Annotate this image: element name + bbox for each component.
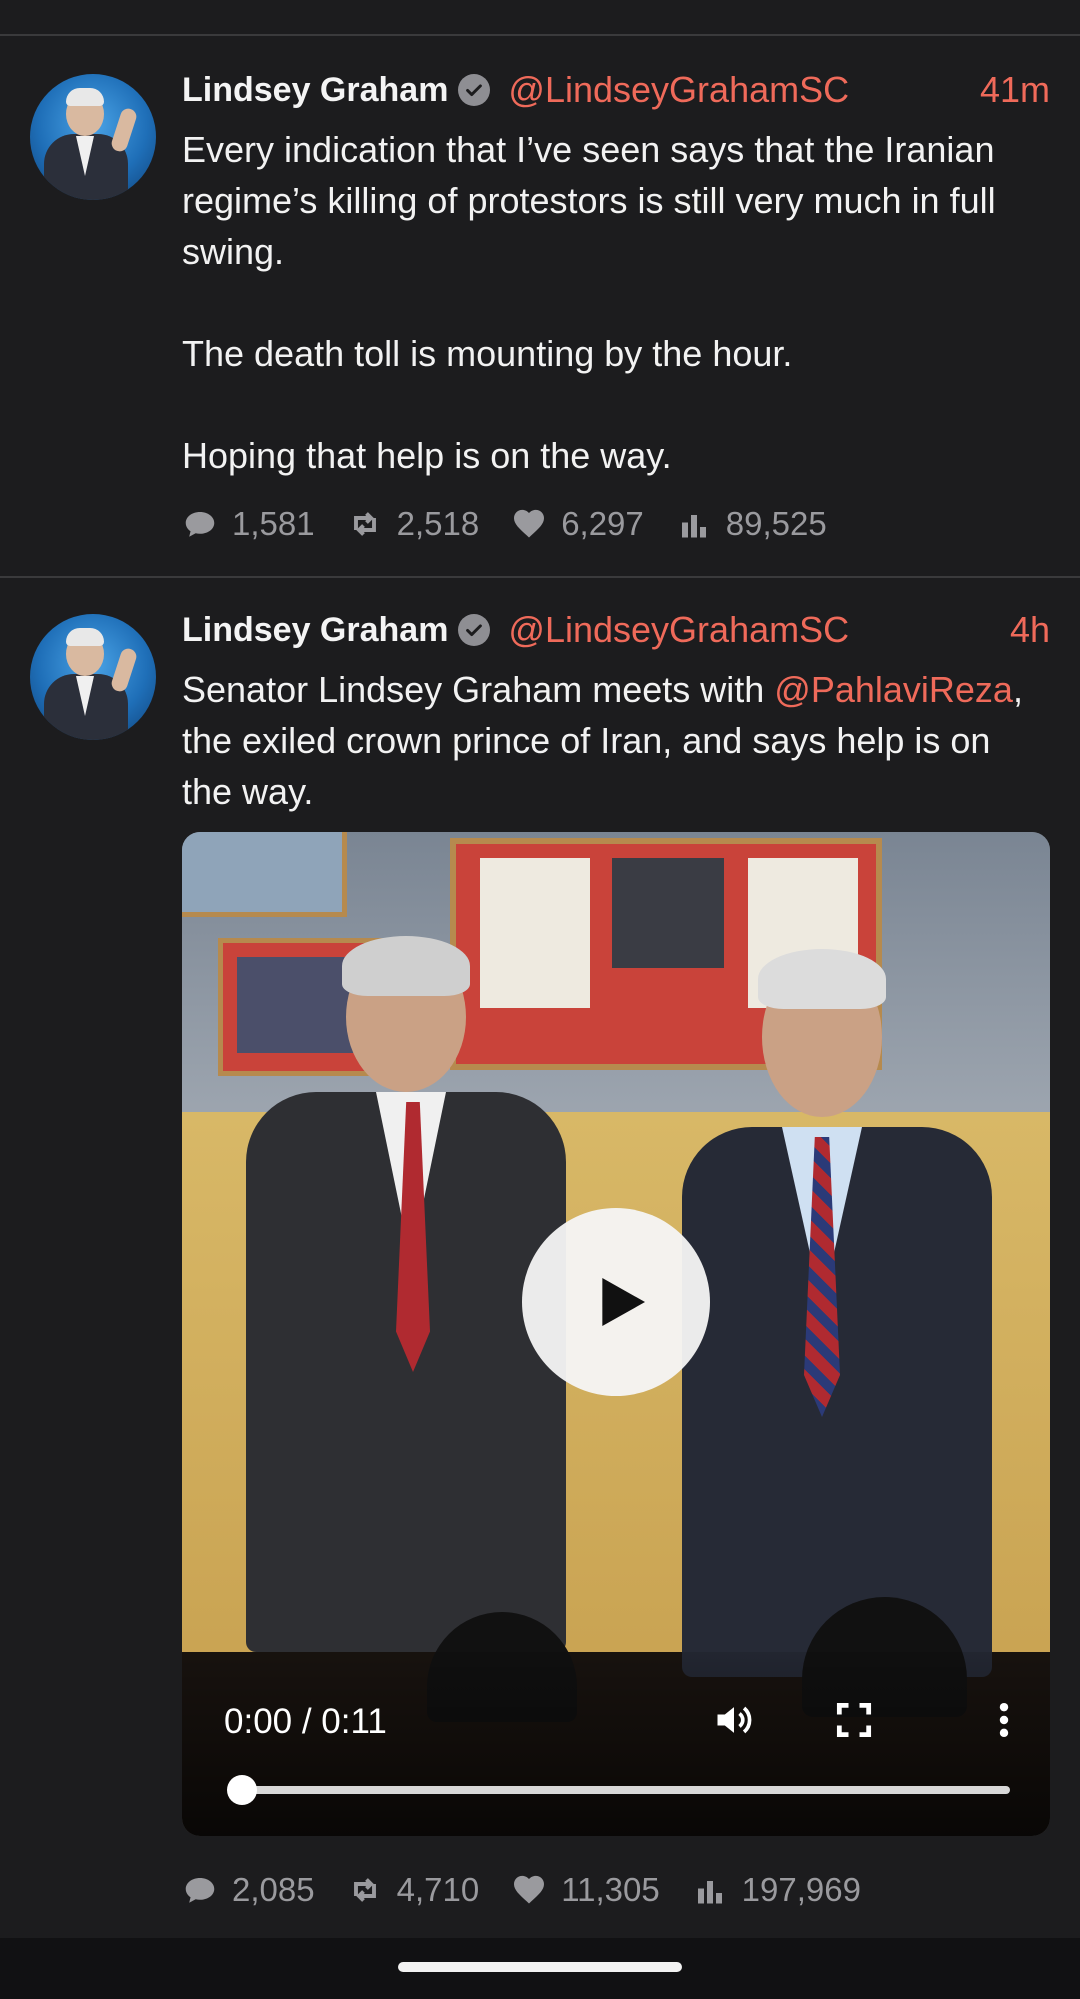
mention-link[interactable]: @PahlaviReza: [774, 669, 1013, 710]
home-indicator[interactable]: [398, 1962, 682, 1972]
post-stats: 1,581 2,518 6,297 89,525: [182, 502, 859, 546]
post-text: Senator Lindsey Graham meets with @Pahla…: [182, 664, 1042, 817]
reply-button[interactable]: 1,581: [182, 505, 315, 543]
author-handle[interactable]: @LindseyGrahamSC: [508, 69, 849, 111]
views-button[interactable]: 89,525: [676, 505, 827, 543]
progress-knob[interactable]: [227, 1775, 257, 1805]
views-count: 197,969: [741, 1871, 861, 1908]
verified-badge-icon: [458, 614, 491, 646]
post-paragraph: Senator Lindsey Graham meets with @Pahla…: [182, 664, 1042, 817]
video-progress-bar[interactable]: [227, 1775, 1010, 1805]
fullscreen-icon[interactable]: [832, 1698, 876, 1742]
post[interactable]: Lindsey Graham @LindseyGrahamSC 41m Ever…: [0, 36, 1080, 578]
like-count: 6,297: [561, 505, 644, 542]
verified-badge-icon: [458, 74, 491, 106]
post[interactable]: Lindsey Graham @LindseyGrahamSC 4h Senat…: [0, 578, 1080, 1936]
post-time[interactable]: 41m: [980, 69, 1050, 111]
post-time[interactable]: 4h: [1010, 609, 1050, 651]
video-time: 0:00 / 0:11: [224, 1702, 387, 1741]
video-controls: 0:00 / 0:11: [182, 1652, 1050, 1836]
person-right: [672, 949, 1002, 1677]
previous-post-divider: [0, 0, 1080, 36]
repost-icon: [353, 1878, 376, 1902]
post-paragraph: Hoping that help is on the way.: [182, 435, 672, 476]
post-stats: 2,085 4,710 11,305 197,969: [182, 1868, 893, 1912]
bar-chart-icon: [681, 515, 706, 538]
author-name[interactable]: Lindsey Graham: [182, 71, 448, 110]
system-navigation-bar: [0, 1938, 1080, 1999]
reply-count: 1,581: [232, 505, 315, 542]
post-header: Lindsey Graham @LindseyGrahamSC 41m: [182, 68, 1050, 112]
like-button[interactable]: 11,305: [511, 1871, 660, 1909]
author-name[interactable]: Lindsey Graham: [182, 611, 448, 650]
repost-button[interactable]: 4,710: [347, 1871, 480, 1909]
heart-icon: [514, 1875, 545, 1904]
repost-count: 2,518: [396, 505, 480, 542]
comment-icon: [185, 1878, 215, 1903]
repost-icon: [353, 512, 376, 536]
volume-icon[interactable]: [712, 1698, 756, 1742]
like-count: 11,305: [561, 1871, 660, 1908]
post-text: Every indication that I’ve seen says tha…: [182, 124, 1042, 481]
bar-chart-icon: [697, 1881, 722, 1904]
comment-icon: [185, 512, 215, 537]
repost-count: 4,710: [396, 1871, 480, 1908]
heart-icon: [514, 509, 545, 538]
views-count: 89,525: [725, 505, 827, 542]
like-button[interactable]: 6,297: [511, 505, 644, 543]
post-header: Lindsey Graham @LindseyGrahamSC 4h: [182, 608, 1050, 652]
post-text-start: Senator Lindsey Graham meets with: [182, 669, 775, 710]
play-icon: [602, 1278, 645, 1326]
views-button[interactable]: 197,969: [692, 1871, 861, 1909]
reply-button[interactable]: 2,085: [182, 1871, 315, 1909]
play-button[interactable]: [522, 1208, 710, 1396]
video-player[interactable]: 0:00 / 0:11: [182, 832, 1050, 1836]
post-paragraph: Every indication that I’ve seen says tha…: [182, 129, 996, 272]
reply-count: 2,085: [232, 1871, 315, 1908]
more-vertical-icon[interactable]: [982, 1698, 1026, 1742]
author-handle[interactable]: @LindseyGrahamSC: [508, 609, 849, 651]
repost-button[interactable]: 2,518: [347, 505, 480, 543]
avatar[interactable]: [30, 74, 156, 200]
avatar[interactable]: [30, 614, 156, 740]
post-paragraph: The death toll is mounting by the hour.: [182, 333, 793, 374]
